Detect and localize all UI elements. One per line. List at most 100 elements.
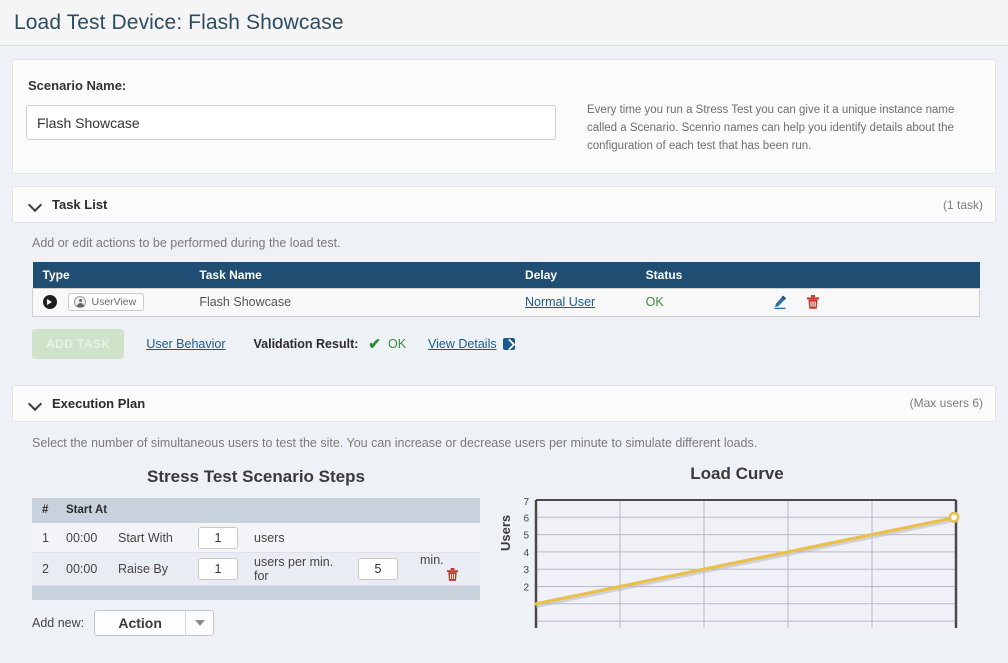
external-link-icon[interactable]: [502, 337, 515, 350]
step-unit1: users: [244, 522, 348, 554]
add-new-selected-value: Action: [118, 614, 162, 631]
task-cell-name: Flash Showcase: [189, 287, 516, 317]
svg-text:5: 5: [523, 531, 529, 542]
task-col-actions: [762, 262, 980, 289]
step-action: Start With: [108, 522, 188, 554]
steps-col-num: #: [32, 497, 56, 523]
task-table-header-row: Type Task Name Delay Status: [32, 262, 980, 289]
validation-result-label: Validation Result:: [253, 336, 359, 351]
chevron-down-icon[interactable]: [29, 198, 42, 211]
page-titlebar: Load Test Device: Flash Showcase: [0, 0, 1008, 46]
step-value2-cell: [348, 552, 410, 587]
step-2-rate-input[interactable]: [198, 558, 238, 581]
svg-text:4: 4: [523, 548, 529, 559]
scenario-left: Scenario Name:: [26, 74, 571, 155]
task-table-body: UserView Flash Showcase Normal User OK: [32, 287, 981, 317]
svg-text:7: 7: [523, 497, 529, 508]
svg-text:2: 2: [523, 582, 529, 593]
step-unit2-cell: [410, 522, 480, 554]
task-actions-bar: ADD TASK User Behavior Validation Result…: [32, 328, 976, 359]
scenario-name-label: Scenario Name:: [28, 78, 127, 93]
scenario-steps-title: Stress Test Scenario Steps: [147, 466, 365, 486]
steps-table-body: 1 00:00 Start With users 2: [32, 522, 480, 600]
task-col-delay: Delay: [515, 262, 636, 289]
steps-filler-row: [32, 585, 480, 600]
execution-plan-columns: Stress Test Scenario Steps # Start At 1 …: [32, 454, 976, 636]
scenario-steps-panel: Stress Test Scenario Steps # Start At 1 …: [32, 454, 480, 636]
task-table: Type Task Name Delay Status UserView Fla…: [32, 262, 981, 317]
step-action: Raise By: [108, 552, 188, 587]
status-badge: OK: [645, 295, 664, 310]
task-cell-type: UserView: [32, 287, 190, 317]
scenario-card: Scenario Name: Every time you run a Stre…: [12, 59, 996, 175]
step-1-users-input[interactable]: [198, 526, 238, 549]
step-unit2-cell: min.: [410, 552, 480, 587]
check-icon: ✔: [368, 335, 381, 353]
step-unit2: min.: [420, 553, 444, 568]
load-curve-chart: Users 7 6 5 4 3 2: [498, 495, 976, 635]
steps-col-unit1: [244, 497, 348, 523]
task-table-head: Type Task Name Delay Status: [32, 262, 980, 289]
add-task-button[interactable]: ADD TASK: [32, 328, 125, 359]
steps-header-row: # Start At: [32, 497, 480, 523]
edit-icon[interactable]: [772, 294, 788, 310]
steps-table-head: # Start At: [32, 497, 480, 523]
task-col-name: Task Name: [189, 262, 516, 289]
steps-col-startat: Start At: [56, 497, 108, 523]
load-curve-panel: Load Curve Users 7 6 5 4 3 2: [498, 454, 976, 636]
app-root: Load Test Device: Flash Showcase Scenari…: [0, 0, 1008, 663]
steps-col-value1: [188, 497, 244, 523]
user-behavior-link[interactable]: User Behavior: [146, 337, 225, 351]
execution-plan-description: Select the number of simultaneous users …: [32, 435, 758, 450]
chevron-down-icon[interactable]: [185, 610, 213, 635]
user-avatar-icon: [74, 296, 87, 309]
execution-plan-section-header[interactable]: Execution Plan (Max users 6): [12, 384, 996, 422]
list-item: 1 00:00 Start With users: [32, 522, 480, 554]
add-new-label: Add new:: [32, 615, 85, 630]
step-unit1: users per min. for: [244, 552, 348, 587]
step-startat: 00:00: [56, 552, 108, 587]
step-startat: 00:00: [56, 522, 108, 554]
table-row: UserView Flash Showcase Normal User OK: [32, 287, 981, 317]
task-col-status: Status: [635, 262, 763, 289]
delete-step-icon[interactable]: [446, 568, 459, 585]
step-value2-cell: [348, 522, 410, 554]
task-list-title: Task List: [52, 197, 108, 213]
scenario-name-input[interactable]: [26, 105, 556, 140]
step-value1-cell: [188, 552, 244, 587]
execution-plan-max-users: (Max users 6): [909, 396, 983, 411]
scenario-steps-table: # Start At 1 00:00 Start With 1 users 2 …: [32, 497, 480, 600]
task-list-section-header[interactable]: Task List (1 task): [12, 186, 996, 224]
step-num: 1: [32, 522, 56, 554]
task-cell-status: OK: [635, 287, 763, 317]
svg-text:6: 6: [523, 513, 529, 524]
task-type-badge[interactable]: UserView: [68, 293, 145, 312]
task-list-count: (1 task): [942, 197, 983, 212]
steps-col-unit2: [410, 497, 480, 523]
steps-filler-cell: [32, 585, 480, 600]
task-list-description: Add or edit actions to be performed duri…: [32, 236, 341, 251]
delete-icon[interactable]: [806, 294, 820, 310]
task-cell-delay: Normal User: [515, 287, 636, 317]
add-new-row: Add new: Action: [32, 609, 480, 636]
add-new-select[interactable]: Action: [94, 609, 215, 636]
step-num: 2: [32, 552, 56, 587]
chevron-down-icon[interactable]: [29, 397, 42, 410]
load-curve-title: Load Curve: [690, 463, 784, 483]
task-delay-link[interactable]: Normal User: [525, 295, 595, 309]
task-list-body: Add or edit actions to be performed duri…: [12, 223, 996, 371]
step-value1-cell: [188, 522, 244, 554]
view-details-link[interactable]: View Details: [428, 337, 497, 351]
steps-col-action: [108, 497, 188, 523]
page-title: Load Test Device: Flash Showcase: [14, 10, 344, 34]
list-item: 2 00:00 Raise By users per min. for: [32, 552, 480, 587]
step-2-duration-input[interactable]: [358, 558, 398, 581]
execution-plan-body: Select the number of simultaneous users …: [12, 421, 996, 648]
expand-row-icon[interactable]: [43, 295, 57, 310]
validation-status: OK: [387, 336, 407, 351]
execution-plan-title: Execution Plan: [52, 395, 146, 411]
task-cell-actions: [762, 287, 981, 317]
task-col-type: Type: [32, 262, 190, 289]
load-curve-svg: 7 6 5 4 3 2: [523, 497, 960, 628]
svg-text:3: 3: [523, 565, 529, 576]
